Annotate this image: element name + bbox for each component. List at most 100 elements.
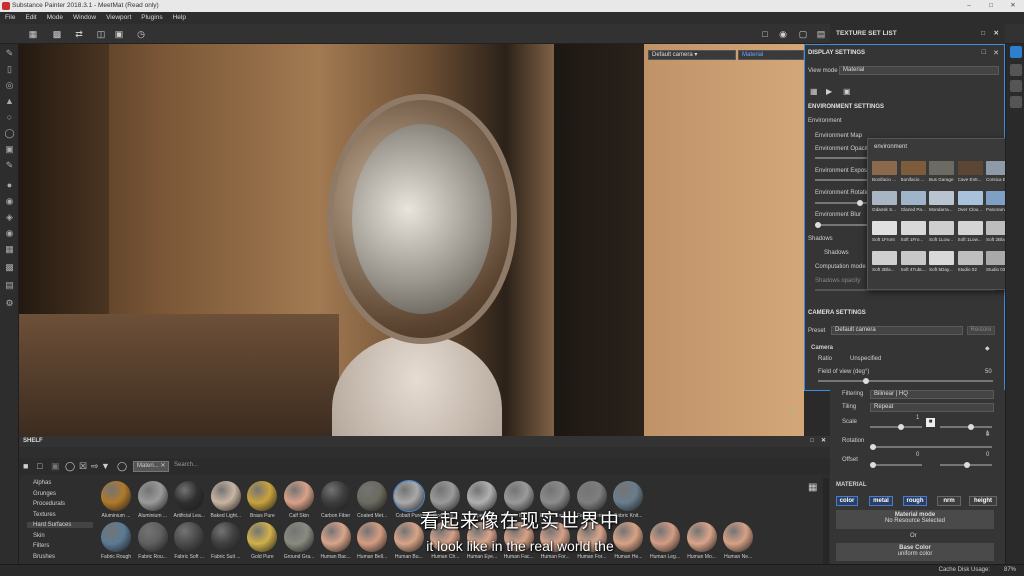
shelf-material-thumbnail[interactable] — [174, 522, 205, 552]
menu-mode[interactable]: Mode — [42, 12, 68, 24]
rotation-slider[interactable] — [870, 444, 992, 450]
import-icon[interactable]: ⇨ — [91, 461, 99, 472]
offset-v-slider[interactable] — [940, 462, 992, 468]
menu-plugins[interactable]: Plugins — [136, 12, 167, 24]
layers-icon[interactable] — [1010, 96, 1022, 108]
texture-set-settings-icon[interactable] — [1010, 64, 1022, 76]
shelf-material-thumbnail[interactable] — [137, 522, 168, 552]
clone-icon[interactable]: ◯ — [4, 128, 15, 139]
environment-opacity-slider[interactable] — [815, 157, 870, 159]
menu-edit[interactable]: Edit — [20, 12, 41, 24]
grid-icon[interactable]: ▦ — [28, 29, 38, 39]
shelf-material-thumbnail[interactable] — [210, 522, 241, 552]
panel-close-icon[interactable]: ✕ — [994, 24, 999, 44]
environment-thumbnail[interactable] — [957, 221, 983, 235]
texture-settings-icon[interactable]: ▦ — [4, 244, 15, 255]
scale-v-slider[interactable] — [940, 424, 992, 430]
shelf-search-input[interactable]: Search... — [174, 462, 814, 471]
filter-icon[interactable]: ▼ — [101, 461, 110, 471]
base-color-slot[interactable]: Base Color uniform color — [836, 543, 994, 561]
environment-thumbnail[interactable] — [929, 221, 954, 235]
viewport-mode-select[interactable]: Material — [738, 50, 804, 60]
fov-slider[interactable] — [818, 378, 993, 384]
shelf-category-item[interactable]: Brushes — [33, 554, 55, 560]
settings-gear-icon[interactable]: ⚙ — [4, 298, 15, 309]
scale-u-slider[interactable] — [870, 424, 922, 430]
channel-metal-button[interactable]: metal — [869, 496, 893, 506]
paint-brush-icon[interactable]: ✎ — [4, 48, 15, 59]
frame-icon[interactable]: ▣ — [114, 29, 124, 39]
environment-thumbnail[interactable] — [900, 161, 926, 175]
shelf-category-item[interactable]: Alphas — [33, 480, 51, 486]
shelf-close-icon[interactable]: ✕ — [821, 436, 826, 447]
tiling-select[interactable]: Repeat — [870, 403, 994, 412]
geometry-mask-icon[interactable]: ▲ — [4, 96, 15, 107]
grid-dense-icon[interactable]: ▩ — [52, 29, 62, 39]
panel-close-icon[interactable]: ✕ — [993, 49, 999, 57]
lock-icon[interactable]: ◆ — [985, 345, 990, 352]
environment-thumbnail[interactable] — [957, 191, 983, 205]
environment-thumbnail[interactable] — [872, 221, 897, 235]
environment-thumbnail[interactable] — [929, 161, 954, 175]
environment-thumbnail[interactable] — [872, 191, 897, 205]
camera-tab-icon[interactable]: ▶ — [826, 87, 832, 96]
environment-search-input[interactable]: environment — [874, 144, 907, 150]
material-picker-icon[interactable]: ● — [4, 180, 15, 191]
maximize-icon[interactable]: □ — [980, 0, 1002, 12]
material-filter-chip[interactable]: Materi... ✕ — [133, 461, 170, 472]
view-mode-select[interactable]: Material — [839, 66, 999, 75]
menu-file[interactable]: File — [0, 12, 20, 24]
shadows-checkbox-label[interactable]: Shadows — [824, 250, 849, 256]
environment-thumbnail[interactable] — [929, 251, 954, 265]
restore-button[interactable]: Restore — [967, 326, 995, 335]
view-toggle-icon[interactable]: ▦ — [808, 482, 817, 493]
fill-icon[interactable]: ◉ — [4, 196, 15, 207]
shelf-material-thumbnail[interactable] — [137, 481, 168, 511]
smudge-icon[interactable]: ○ — [4, 112, 15, 123]
export-icon[interactable]: ▤ — [4, 280, 15, 291]
screenshot-icon[interactable]: ▤ — [816, 29, 826, 39]
shelf-category-item[interactable]: Skin — [33, 533, 45, 539]
menu-viewport[interactable]: Viewport — [101, 12, 136, 24]
eraser-icon[interactable]: ▯ — [4, 64, 15, 75]
filtering-select[interactable]: Bilinear | HQ — [870, 390, 994, 399]
hide-icon[interactable]: ◯ — [65, 461, 75, 472]
minimize-icon[interactable]: – — [958, 0, 980, 12]
selection-icon[interactable]: □ — [760, 29, 770, 39]
new-icon[interactable]: □ — [37, 461, 42, 471]
save-icon[interactable]: ▣ — [51, 461, 60, 472]
environment-rotation-slider[interactable] — [815, 200, 870, 206]
history-icon[interactable] — [1010, 80, 1022, 92]
shelf-material-thumbnail[interactable] — [101, 481, 131, 511]
shelf-float-icon[interactable]: □ — [810, 436, 814, 447]
material-mode-slot[interactable]: Material mode No Resource Selected — [836, 510, 994, 529]
camera-mode-icon[interactable]: ◉ — [778, 29, 788, 39]
environment-thumbnail[interactable] — [900, 191, 926, 205]
layout-icon[interactable]: ▢ — [798, 29, 808, 39]
channel-color-button[interactable]: color — [836, 496, 858, 506]
channel-nrm-button[interactable]: nrm — [937, 496, 961, 506]
environment-thumbnail[interactable] — [957, 251, 983, 265]
panel-float-icon[interactable]: □ — [982, 49, 986, 56]
shelf-category-item[interactable]: Procedurals — [33, 501, 65, 507]
shelf-category-item[interactable]: Hard Surfaces — [27, 522, 93, 528]
shelf-category-item[interactable]: Filters — [33, 543, 49, 549]
shelf-category-item[interactable]: Grunges — [33, 491, 56, 497]
environment-thumbnail[interactable] — [900, 251, 926, 265]
environment-thumbnail[interactable] — [900, 221, 926, 235]
polygon-fill-icon[interactable]: ◈ — [4, 212, 15, 223]
symmetry-icon[interactable]: ⇄ — [74, 29, 84, 39]
projection-icon[interactable]: ◎ — [4, 80, 15, 91]
channel-rough-button[interactable]: rough — [903, 496, 927, 506]
panel-float-icon[interactable]: □ — [981, 24, 985, 44]
channel-height-button[interactable]: height — [969, 496, 997, 506]
environment-thumbnail[interactable] — [929, 191, 954, 205]
scale-lock-icon[interactable]: ■ — [926, 418, 935, 427]
bake-icon[interactable]: ◉ — [4, 228, 15, 239]
clock-icon[interactable]: ◷ — [136, 29, 146, 39]
postfx-tab-icon[interactable]: ▣ — [843, 87, 851, 96]
folder-icon[interactable]: ■ — [23, 461, 28, 471]
color-picker-icon[interactable]: ✎ — [4, 160, 15, 171]
shelf-material-thumbnail[interactable] — [174, 481, 205, 511]
environment-exposure-slider[interactable] — [815, 179, 870, 181]
